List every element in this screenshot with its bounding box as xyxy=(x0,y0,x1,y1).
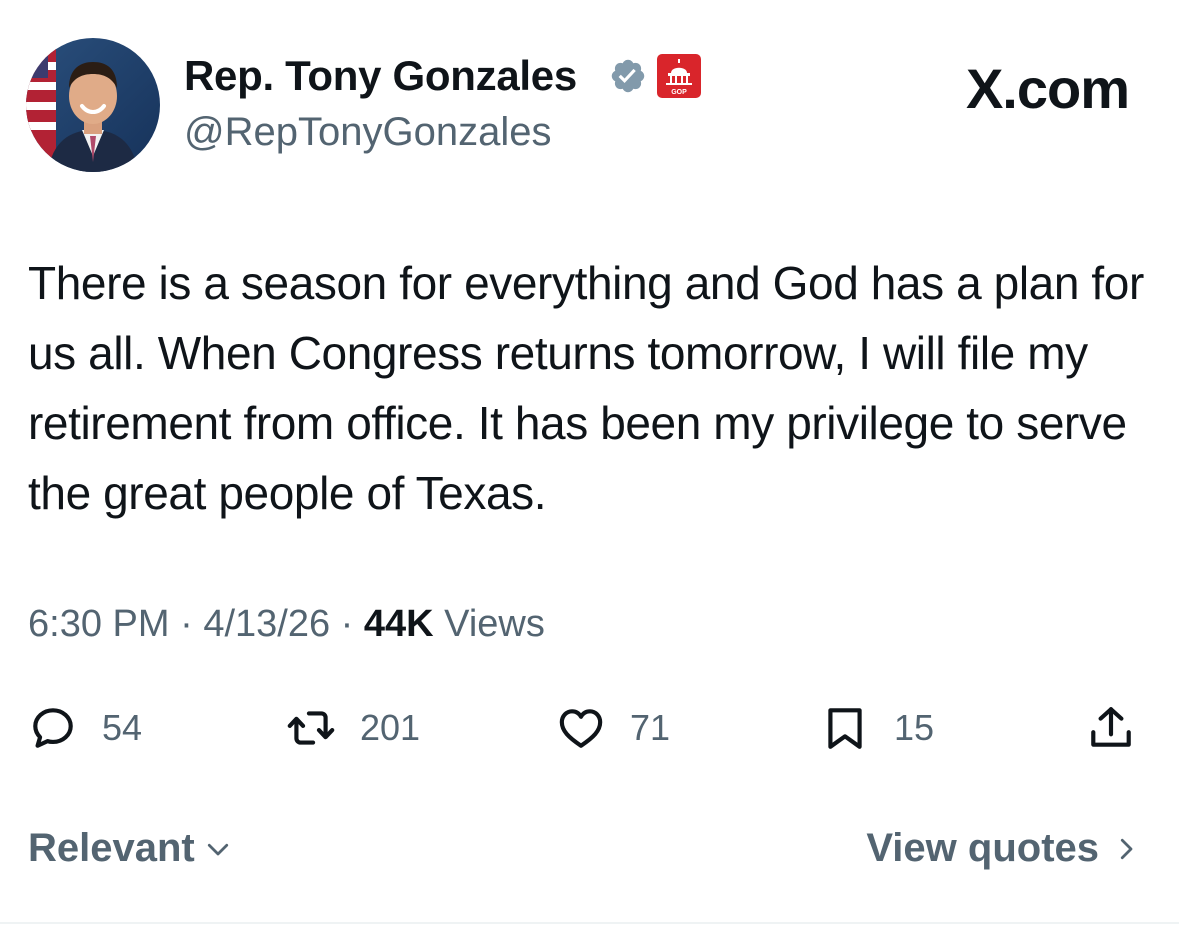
verified-badge-icon xyxy=(609,57,647,95)
author-handle[interactable]: @RepTonyGonzales xyxy=(184,110,551,155)
tweet-time[interactable]: 6:30 PM xyxy=(28,603,170,645)
tweet-text: There is a season for everything and God… xyxy=(28,257,1144,519)
bookmark-icon xyxy=(828,708,862,749)
view-quotes-label: View quotes xyxy=(866,826,1099,870)
profile-photo xyxy=(26,38,160,172)
bookmark-button[interactable]: 15 xyxy=(820,690,934,766)
chevron-right-icon xyxy=(1120,838,1133,859)
meta-separator: · xyxy=(180,603,193,645)
repost-count: 201 xyxy=(360,707,421,748)
repost-button[interactable]: 201 xyxy=(286,690,420,766)
reply-count: 54 xyxy=(102,707,143,748)
heart-icon xyxy=(559,709,603,748)
author-name[interactable]: Rep. Tony Gonzales xyxy=(184,52,577,100)
action-bar: 54 201 71 15 xyxy=(0,690,1179,766)
share-icon xyxy=(1091,707,1131,747)
house-gop-badge-icon: GOP xyxy=(656,53,702,99)
avatar[interactable] xyxy=(26,38,160,172)
bookmark-count: 15 xyxy=(894,707,935,748)
reply-icon xyxy=(33,708,73,748)
tweet-meta: 6:30 PM · 4/13/26 · 44K Views xyxy=(28,603,545,646)
brand-label: X.com xyxy=(965,57,1130,120)
like-count: 71 xyxy=(630,707,671,748)
views-count: 44K xyxy=(363,603,434,645)
views-label: Views xyxy=(444,603,545,645)
sort-label: Relevant xyxy=(28,826,195,870)
meta-separator: · xyxy=(340,603,354,645)
chevron-down-icon xyxy=(207,843,228,855)
divider xyxy=(0,922,1179,924)
like-button[interactable]: 71 xyxy=(556,690,670,766)
sort-dropdown[interactable]: Relevant xyxy=(28,826,233,871)
share-button[interactable] xyxy=(1086,690,1136,766)
svg-text:GOP: GOP xyxy=(671,89,687,96)
view-quotes-link[interactable]: View quotes xyxy=(866,826,1141,871)
tweet-date[interactable]: 4/13/26 xyxy=(203,603,330,645)
repost-icon xyxy=(287,711,335,745)
reply-button[interactable]: 54 xyxy=(28,690,142,766)
